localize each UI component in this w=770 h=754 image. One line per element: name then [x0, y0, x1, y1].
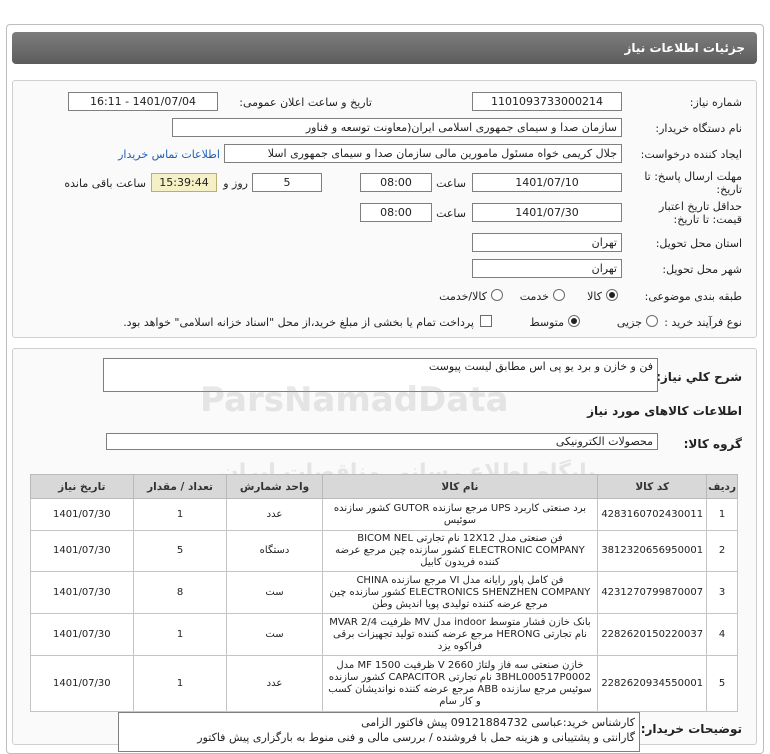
table-header-row: ردیف کد کالا نام کالا واحد شمارش تعداد /… [30, 474, 738, 499]
cell-row: 3 [706, 571, 738, 614]
cell-date: 1401/07/30 [30, 613, 134, 656]
category-radio-goods[interactable] [606, 289, 618, 301]
col-date: تاریخ نیاز [30, 474, 134, 499]
cell-name: فن کامل پاور رایانه مدل VI مرجع سازنده C… [321, 571, 599, 614]
remaining-time-label: ساعت باقی مانده [64, 177, 146, 190]
category-label: طبقه بندی موضوعی: [644, 290, 742, 303]
remaining-time-field: 15:39:44 [151, 173, 217, 192]
cell-name: خازن صنعتی سه فاز ولتاژ V 2660 ظرفیت MF … [321, 655, 599, 712]
cell-unit: ست [226, 613, 323, 656]
cell-row: 2 [706, 530, 738, 572]
buyer-notes-line2: گارانتی و پشتیبانی و هزینه حمل با فروشند… [197, 731, 635, 744]
buyer-notes-field: کارشناس خرید:عباسی 09121884732 پیش فاکتو… [118, 712, 640, 752]
cell-unit: ست [226, 571, 323, 614]
category-option-goods: کالا [587, 290, 602, 303]
process-radio-minor[interactable] [646, 315, 658, 327]
deadline-date-field: 1401/07/10 [472, 173, 622, 192]
buyer-notes-label: توضیحات خریدار: [640, 722, 742, 736]
cell-code: 2282620150220037 [597, 613, 708, 656]
deadline-time-field: 08:00 [360, 173, 432, 192]
cell-unit: عدد [226, 655, 323, 712]
process-radio-medium[interactable] [568, 315, 580, 327]
goods-table: ردیف کد کالا نام کالا واحد شمارش تعداد /… [30, 474, 738, 712]
purchase-process-label: نوع فرآیند خرید : [664, 316, 742, 329]
price-validity-time-label: ساعت [436, 207, 466, 220]
treasury-note: پرداخت تمام یا بخشی از مبلغ خرید،از محل … [123, 316, 474, 329]
page-title: جزئیات اطلاعات نیاز [624, 41, 745, 55]
process-option-minor: جزیی [616, 316, 642, 329]
price-validity-label: حداقل تاریخ اعتبار [658, 200, 742, 213]
announce-datetime-field: 1401/07/04 - 16:11 [68, 92, 218, 111]
cell-code: 2282620934550001 [597, 655, 708, 712]
col-name: نام کالا [321, 474, 599, 499]
goods-info-title: اطلاعات کالاهای مورد نیاز [587, 404, 742, 418]
cell-unit: عدد [226, 498, 323, 531]
cell-name: بانک خازن فشار متوسط indoor مدل MV ظرفیت… [321, 613, 599, 656]
need-number-field: 1101093733000214 [472, 92, 622, 111]
requester-field: جلال کریمی خواه مسئول مامورین مالی سازما… [224, 144, 622, 163]
need-number-label: شماره نیاز: [689, 96, 742, 109]
col-unit: واحد شمارش [226, 474, 323, 499]
cell-qty: 1 [132, 498, 228, 531]
requester-label: ایجاد کننده درخواست: [640, 148, 742, 161]
deadline-time-label: ساعت [436, 177, 466, 190]
remaining-days-label: روز و [223, 177, 248, 190]
page-header: جزئیات اطلاعات نیاز [12, 32, 757, 64]
col-row: ردیف [706, 474, 738, 499]
cell-row: 5 [706, 655, 738, 712]
price-validity-date-field: 1401/07/30 [472, 203, 622, 222]
price-validity-label-date: قیمت: تا تاریخ: [673, 213, 742, 226]
treasury-checkbox[interactable] [480, 315, 492, 327]
cell-date: 1401/07/30 [30, 571, 134, 614]
cell-code: 3812320656950001 [597, 530, 708, 572]
cell-code: 4231270799870007 [597, 571, 708, 614]
cell-date: 1401/07/30 [30, 655, 134, 712]
cell-qty: 5 [132, 530, 228, 572]
delivery-province-field: تهران [472, 233, 622, 252]
goods-group-label: گروه کالا: [683, 437, 742, 451]
cell-code: 4283160702430011 [597, 498, 708, 531]
description-label: شرح كلي نياز: [656, 370, 742, 384]
buyer-contact-link[interactable]: اطلاعات تماس خریدار [118, 148, 220, 161]
table-row: 3 4231270799870007 فن کامل پاور رایانه م… [30, 571, 738, 614]
table-row: 2 3812320656950001 فن صنعتی مدل 12X12 نا… [30, 530, 738, 572]
cell-date: 1401/07/30 [30, 498, 134, 531]
cell-unit: دستگاه [226, 530, 323, 572]
category-radio-service[interactable] [553, 289, 565, 301]
table-row: 4 2282620150220037 بانک خازن فشار متوسط … [30, 613, 738, 656]
goods-group-field: محصولات الکترونیکی [106, 433, 658, 450]
delivery-city-label: شهر محل تحویل: [662, 263, 742, 276]
cell-row: 4 [706, 613, 738, 656]
cell-name: فن صنعتی مدل 12X12 نام تجارتی BICOM NEL … [321, 530, 599, 572]
cell-row: 1 [706, 498, 738, 531]
category-radio-goods-service[interactable] [491, 289, 503, 301]
buyer-org-field: سازمان صدا و سیمای جمهوری اسلامی ایران(م… [172, 118, 622, 137]
deadline-label-date: تاریخ: [716, 183, 742, 196]
buyer-org-label: نام دستگاه خریدار: [655, 122, 742, 135]
buyer-notes-line1: کارشناس خرید:عباسی 09121884732 پیش فاکتو… [361, 716, 635, 729]
col-qty: تعداد / مقدار [132, 474, 228, 499]
deadline-label: مهلت ارسال پاسخ: تا [644, 170, 742, 183]
description-field: فن و خازن و برد یو پی اس مطابق لیست پیوس… [103, 358, 658, 392]
remaining-days-field: 5 [252, 173, 322, 192]
category-option-goods-service: کالا/خدمت [439, 290, 487, 303]
cell-date: 1401/07/30 [30, 530, 134, 572]
cell-qty: 1 [132, 613, 228, 656]
table-row: 5 2282620934550001 خازن صنعتی سه فاز ولت… [30, 655, 738, 712]
process-option-medium: متوسط [529, 316, 564, 329]
table-row: 1 4283160702430011 برد صنعتی کاربرد UPS … [30, 498, 738, 531]
cell-qty: 1 [132, 655, 228, 712]
cell-name: برد صنعتی کاربرد UPS مرجع سازنده GUTOR ک… [321, 498, 599, 531]
delivery-province-label: استان محل تحویل: [655, 237, 742, 250]
category-option-service: خدمت [519, 290, 549, 303]
announce-datetime-label: تاریخ و ساعت اعلان عمومی: [239, 96, 372, 109]
delivery-city-field: تهران [472, 259, 622, 278]
cell-qty: 8 [132, 571, 228, 614]
price-validity-time-field: 08:00 [360, 203, 432, 222]
col-code: کد کالا [597, 474, 708, 499]
